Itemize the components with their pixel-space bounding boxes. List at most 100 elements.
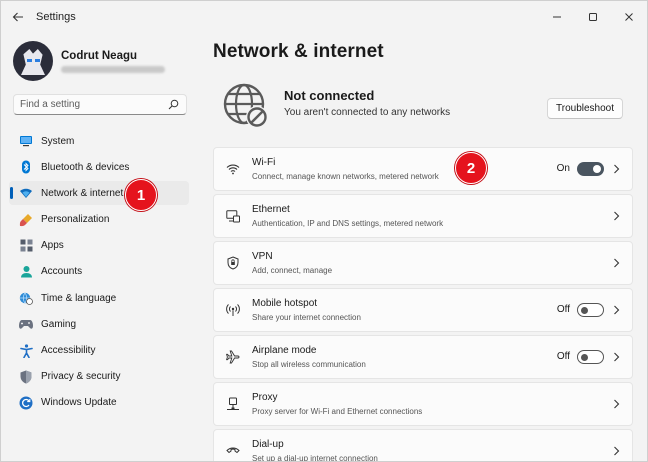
- toggle-knob: [581, 306, 588, 314]
- wifi-icon: [226, 162, 240, 176]
- maximize-icon: [589, 13, 597, 21]
- main-content: Network & internet Not connected You are…: [197, 33, 647, 461]
- sidebar-item-label: Gaming: [41, 318, 77, 330]
- profile-name: Codrut Neagu: [61, 49, 138, 62]
- annotation-badge-1: 1: [125, 179, 157, 211]
- sidebar-item-label: Bluetooth & devices: [41, 161, 130, 173]
- ethernet-row[interactable]: Ethernet Authentication, IP and DNS sett…: [213, 194, 633, 238]
- minimize-icon: [553, 16, 561, 18]
- vpn-shield-icon: [226, 256, 240, 270]
- profile-info: Codrut Neagu: [61, 50, 165, 73]
- minimize-button[interactable]: [539, 1, 575, 33]
- row-title: Mobile hotspot: [252, 298, 318, 309]
- hotspot-toggle-label: Off: [556, 304, 570, 315]
- row-subtitle: Share your internet connection: [252, 313, 361, 322]
- back-arrow-icon: [12, 12, 23, 22]
- sidebar-item-accessibility[interactable]: Accessibility: [9, 339, 189, 363]
- row-title: Ethernet: [252, 204, 290, 215]
- avatar-eye-icon: [35, 59, 40, 62]
- title-bar: Settings: [1, 1, 647, 33]
- toggle-knob: [581, 353, 588, 361]
- airplane-toggle[interactable]: [577, 350, 604, 364]
- row-subtitle: Add, connect, manage: [252, 266, 333, 275]
- airplane-mode-row[interactable]: Airplane mode Stop all wireless communic…: [213, 335, 633, 379]
- sidebar-item-gaming[interactable]: Gaming: [9, 312, 189, 336]
- ethernet-icon: [226, 209, 240, 223]
- sidebar-item-label: Network & internet: [41, 187, 124, 199]
- page-title: Network & internet: [213, 41, 384, 62]
- apps-icon: [19, 239, 33, 253]
- wifi-toggle-label: On: [556, 163, 570, 174]
- chevron-right-icon: [614, 399, 620, 409]
- sidebar-item-label: Privacy & security: [41, 371, 121, 383]
- person-icon: [19, 265, 33, 279]
- accessibility-icon: [19, 343, 33, 358]
- airplane-toggle-label: Off: [556, 351, 570, 362]
- network-status-card: Not connected You aren't connected to an…: [213, 75, 633, 135]
- mobile-hotspot-row[interactable]: Mobile hotspot Share your internet conne…: [213, 288, 633, 332]
- proxy-row[interactable]: Proxy Proxy server for Wi-Fi and Etherne…: [213, 382, 633, 426]
- dialup-icon: [226, 444, 240, 458]
- wifi-row[interactable]: Wi-Fi Connect, manage known networks, me…: [213, 147, 633, 191]
- sidebar-item-label: Time & language: [41, 292, 117, 304]
- gamepad-icon: [19, 317, 33, 331]
- chevron-right-icon: [614, 305, 620, 315]
- sidebar-nav: System Bluetooth & devices Network & int…: [9, 129, 189, 417]
- globe-disconnected-icon: [223, 83, 268, 128]
- sidebar-item-network[interactable]: Network & internet: [9, 181, 189, 206]
- wifi-toggle[interactable]: [577, 162, 604, 176]
- globe-clock-icon: [19, 291, 33, 306]
- window-controls: [539, 1, 647, 33]
- sidebar-item-apps[interactable]: Apps: [9, 234, 189, 258]
- sidebar-item-label: Apps: [41, 240, 64, 252]
- vpn-row[interactable]: VPN Add, connect, manage: [213, 241, 633, 285]
- sidebar-item-label: Windows Update: [41, 397, 117, 409]
- chevron-right-icon: [614, 211, 620, 221]
- window-title: Settings: [36, 11, 76, 23]
- avatar: [13, 41, 53, 81]
- search-icon[interactable]: [168, 99, 179, 110]
- proxy-icon: [226, 397, 240, 411]
- chevron-right-icon: [614, 164, 620, 174]
- update-icon: [19, 396, 33, 410]
- shield-icon: [19, 370, 33, 384]
- hotspot-icon: [226, 303, 240, 317]
- bluetooth-icon: [19, 160, 33, 174]
- status-subtitle: You aren't connected to any networks: [284, 107, 451, 118]
- search-input[interactable]: [20, 99, 168, 110]
- user-profile[interactable]: Codrut Neagu: [13, 41, 165, 81]
- sidebar-item-time-language[interactable]: Time & language: [9, 286, 189, 310]
- sidebar-item-accounts[interactable]: Accounts: [9, 260, 189, 284]
- row-subtitle: Proxy server for Wi-Fi and Ethernet conn…: [252, 407, 423, 416]
- brush-icon: [19, 213, 33, 227]
- close-button[interactable]: [611, 1, 647, 33]
- sidebar-item-privacy-security[interactable]: Privacy & security: [9, 365, 189, 389]
- maximize-button[interactable]: [575, 1, 611, 33]
- status-title: Not connected: [284, 88, 375, 103]
- airplane-icon: [226, 350, 240, 364]
- annotation-badge-2: 2: [455, 152, 487, 184]
- sidebar-item-windows-update[interactable]: Windows Update: [9, 391, 189, 415]
- row-title: Wi-Fi: [252, 157, 276, 168]
- sidebar-item-label: Accessibility: [41, 345, 96, 356]
- settings-window: Settings Codrut Neagu Find a setting Sys…: [0, 0, 648, 462]
- sidebar-item-system[interactable]: System: [9, 129, 189, 153]
- system-icon: [19, 134, 33, 148]
- chevron-right-icon: [614, 258, 620, 268]
- sidebar: Codrut Neagu System Bluetooth & devices …: [1, 33, 197, 461]
- sidebar-item-label: Accounts: [41, 266, 83, 278]
- hotspot-toggle[interactable]: [577, 303, 604, 317]
- row-subtitle: Connect, manage known networks, metered …: [252, 172, 439, 181]
- back-button[interactable]: [3, 1, 33, 33]
- sidebar-item-personalization[interactable]: Personalization: [9, 208, 189, 232]
- chevron-right-icon: [614, 446, 620, 456]
- row-title: Proxy: [252, 392, 278, 403]
- settings-rows: Wi-Fi Connect, manage known networks, me…: [213, 147, 633, 461]
- sidebar-item-label: System: [41, 135, 75, 147]
- avatar-figure-icon: [21, 49, 45, 75]
- troubleshoot-button[interactable]: Troubleshoot: [547, 98, 623, 119]
- row-subtitle: Stop all wireless communication: [252, 360, 366, 369]
- search-box[interactable]: [13, 94, 187, 115]
- sidebar-item-bluetooth[interactable]: Bluetooth & devices: [9, 155, 189, 179]
- dial-up-row[interactable]: Dial-up Set up a dial-up internet connec…: [213, 429, 633, 461]
